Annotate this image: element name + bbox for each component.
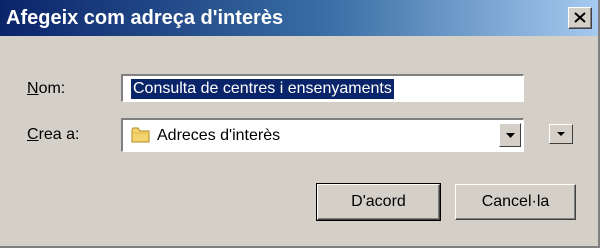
title-bar[interactable]: Afegeix com adreça d'interès xyxy=(0,0,598,36)
dialog-title: Afegeix com adreça d'interès xyxy=(6,7,284,29)
name-input[interactable]: Consulta de centres i ensenyaments xyxy=(121,74,524,102)
name-label: Nom: xyxy=(27,80,66,97)
close-button[interactable] xyxy=(568,7,592,29)
close-icon xyxy=(574,12,586,23)
ok-button[interactable]: D'acord xyxy=(316,183,441,221)
chevron-down-icon xyxy=(506,133,515,138)
new-folder-expand-button[interactable] xyxy=(549,124,573,144)
name-input-value: Consulta de centres i ensenyaments xyxy=(131,79,394,99)
create-in-value: Adreces d'interès xyxy=(157,127,281,144)
add-favorite-dialog: Afegeix com adreça d'interès Nom: Consul… xyxy=(0,0,600,248)
create-in-dropdown-button[interactable] xyxy=(499,123,521,147)
create-in-label: Crea a: xyxy=(27,126,80,143)
folder-icon xyxy=(131,127,150,143)
cancel-button[interactable]: Cancel·la xyxy=(455,184,576,220)
create-in-select[interactable]: Adreces d'interès xyxy=(121,118,524,152)
chevron-down-icon xyxy=(557,132,565,136)
